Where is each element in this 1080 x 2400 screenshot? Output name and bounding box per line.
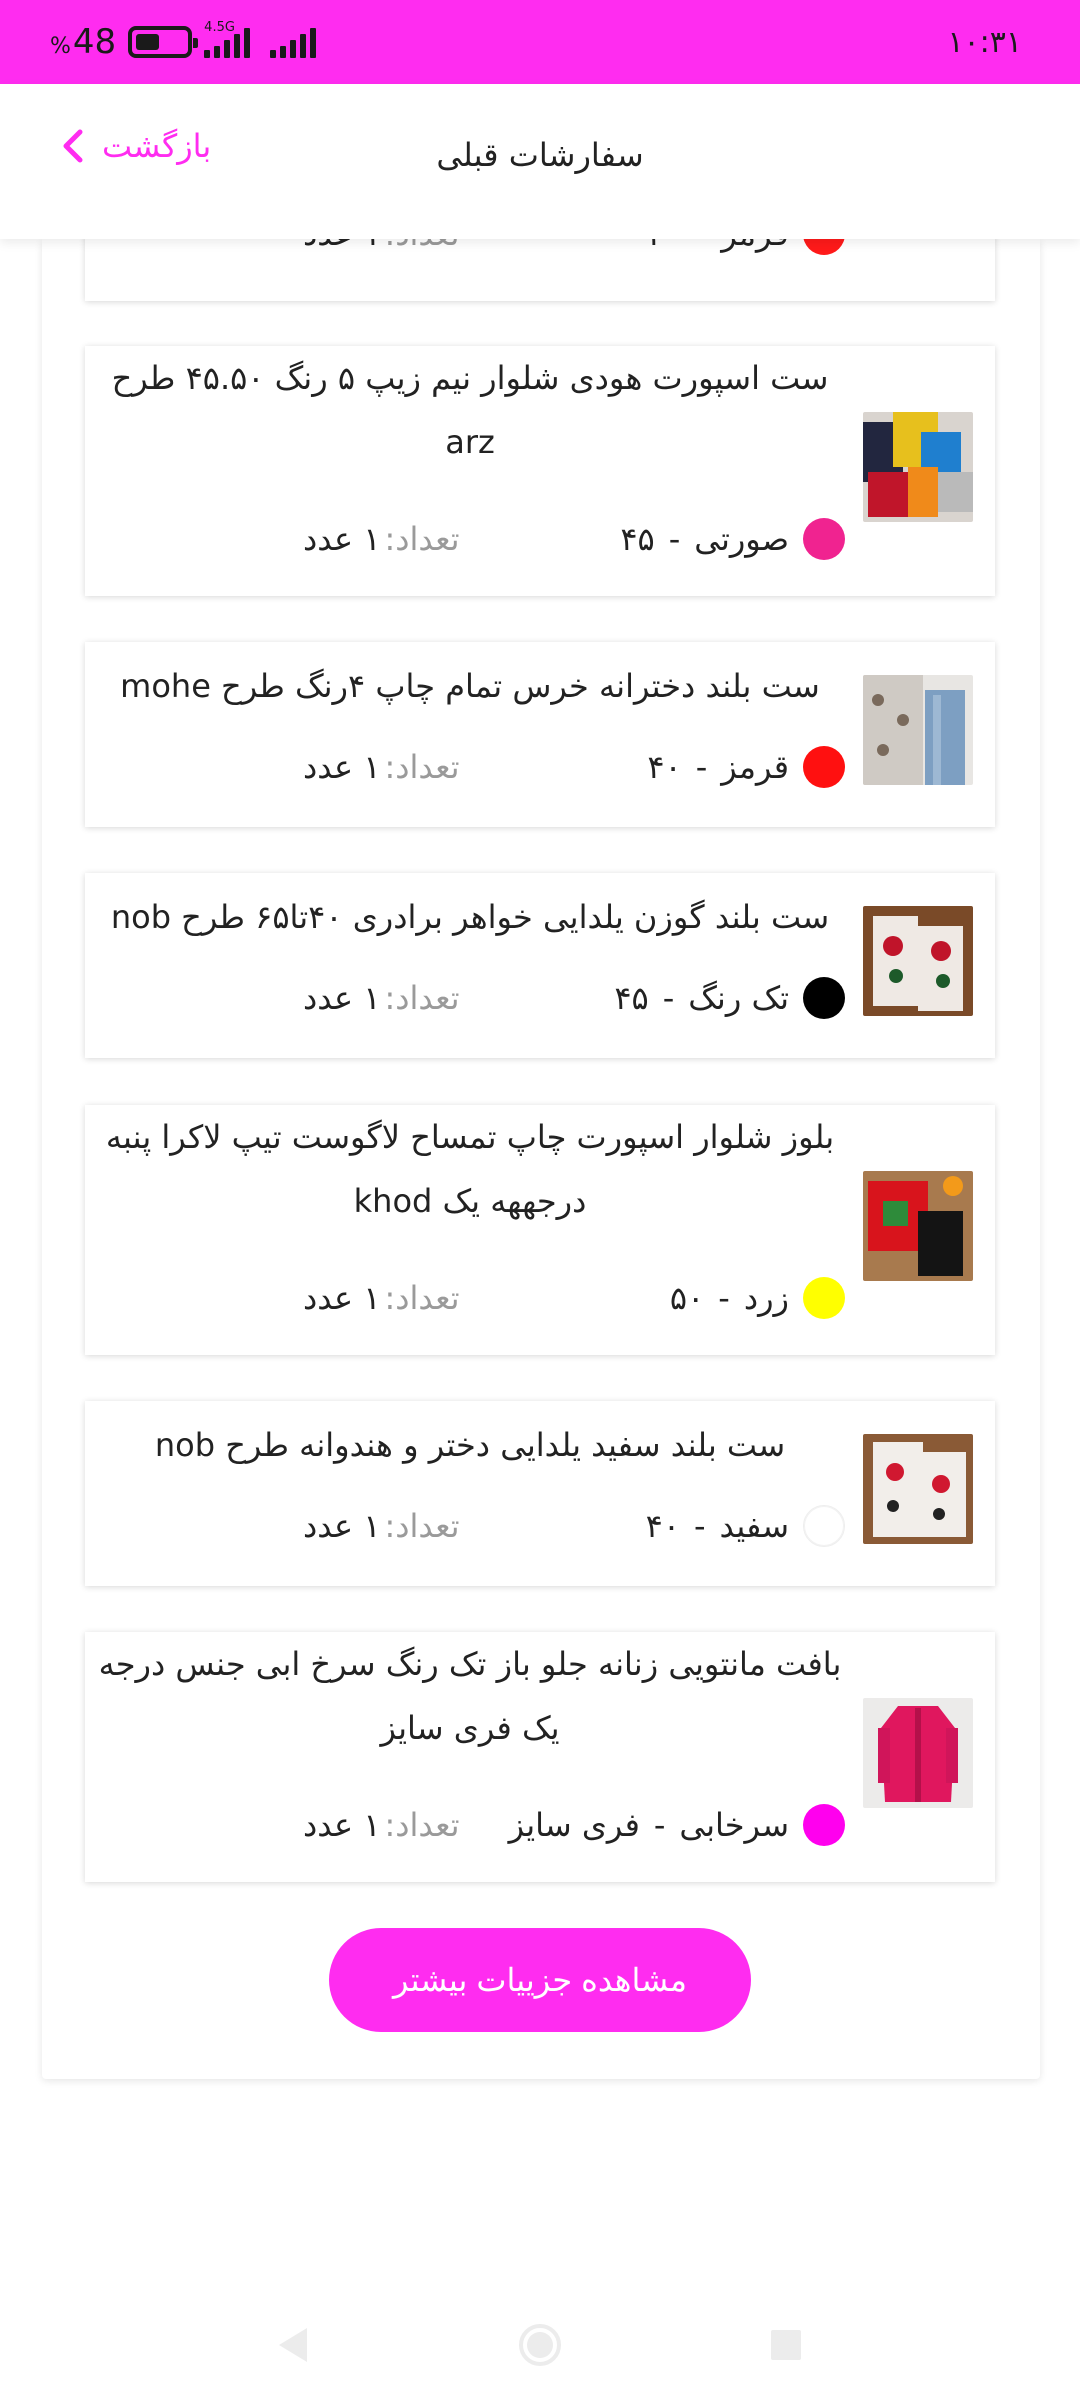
order-item[interactable]: ست بلند سفید یلدایی دختر و هندوانه طرح n… [85,1401,995,1586]
size-value: ۴۰ [645,1507,680,1545]
color-swatch [803,1277,845,1319]
product-title: بلوز شلوار اسپورت چاپ تمساح لاگوست تیپ ل… [105,1118,835,1220]
quantity-label: تعداد: [384,1507,460,1545]
color-swatch [803,1505,845,1547]
page-title: سفارشات قبلی [436,136,644,174]
product-title: ست بلند سفید یلدایی دختر و هندوانه طرح n… [154,1426,786,1464]
product-title: بافت مانتویی زنانه جلو باز تک رنگ سرخ اب… [98,1645,842,1747]
app-header: بازگشت سفارشات قبلی [0,84,1080,239]
color-name: سفید [719,1507,789,1545]
quantity-label: تعداد: [384,520,460,558]
color-name: تک رنگ [688,979,789,1017]
color-swatch [803,977,845,1019]
size-value: ۴۵ [614,979,649,1017]
item-meta: قرمز - ۴۰ تعداد: ۱ عدد [85,742,845,792]
cell-signal-icon: 4.5G [204,20,258,58]
quantity: تعداد: ۱ عدد [303,1806,460,1844]
separator: - [653,1806,666,1844]
separator: - [662,979,675,1017]
separator: - [694,1507,706,1545]
size-value: ۵۰ [669,1279,705,1317]
item-meta: سرخابی - فری سایز تعداد: ۱ عدد [85,1800,845,1850]
cell-signal-2-icon [270,26,317,58]
order-item[interactable]: ست بلند دخترانه خرس تمام چاپ ۴رنگ طرح mo… [85,642,995,827]
network-type: 4.5G [204,20,235,35]
item-meta: سفید - ۴۰ تعداد: ۱ عدد [85,1501,845,1551]
system-nav-bar [0,2290,1080,2400]
quantity-value: ۱ عدد [303,1806,381,1844]
battery-fill [136,34,160,50]
view-more-details-button[interactable]: مشاهده جزییات بیشتر [329,1928,751,2032]
status-left: % 48 4.5G [50,20,317,62]
order-item[interactable]: ست بلند گوزن یلدایی خواهر برادری ۴۰تا۶۵ … [85,873,995,1058]
battery-percent: % 48 [50,22,116,62]
product-image[interactable] [863,412,973,522]
item-meta: زرد - ۵۰ تعداد: ۱ عدد [85,1273,845,1323]
product-title: ست اسپورت هودی شلوار نیم زیپ ۵ رنگ ۴۵.۵۰… [111,359,829,461]
separator: - [696,239,708,253]
quantity-label: تعداد: [384,1279,460,1317]
item-meta: صورتی - ۴۵ تعداد: ۱ عدد [85,514,845,564]
home-circle-icon[interactable] [517,2322,563,2368]
quantity-label: تعداد: [384,748,460,786]
size-value: فری سایز [508,1806,640,1844]
color-name: سرخابی [679,1806,789,1844]
quantity: تعداد: ۱ عدد [303,1279,460,1317]
quantity: تعداد: ۱ عدد [303,748,460,786]
product-image[interactable] [863,1434,973,1544]
quantity-label: تعداد: [384,1806,460,1844]
size-value: ۴۰ [647,748,682,786]
recents-square-icon[interactable] [763,2322,809,2368]
color-name: قرمز [721,239,789,253]
battery-percent-value: 48 [72,22,117,62]
quantity-value: ۱ عدد [303,748,381,786]
item-meta: قرمز - ۴۰ تعداد: ۱ عدد [85,239,845,259]
color-name: صورتی [694,520,789,558]
order-item[interactable]: قرمز - ۴۰ تعداد: ۱ عدد [85,239,995,301]
orders-list-card[interactable]: قرمز - ۴۰ تعداد: ۱ عدد ست اسپورت هودی شل… [42,239,1040,2079]
quantity-label: تعداد: [384,979,460,1017]
color-name: قرمز [721,748,789,786]
quantity-value: ۱ عدد [303,520,381,558]
color-swatch [803,1804,845,1846]
quantity-value: ۱ عدد [303,239,381,253]
size-value: ۴۰ [647,239,681,253]
quantity: تعداد: ۱ عدد [303,520,460,558]
clock: ۱۰:۳۱ [947,24,1022,60]
product-image[interactable] [863,906,973,1016]
quantity-value: ۱ عدد [303,1279,381,1317]
battery-icon [128,26,199,58]
percent-sign: % [50,34,71,59]
quantity: تعداد: ۱ عدد [303,1507,460,1545]
product-title: ست بلند دخترانه خرس تمام چاپ ۴رنگ طرح mo… [120,667,820,705]
status-bar: % 48 4.5G ۱۰:۳۱ [0,0,1080,84]
separator: - [695,748,708,786]
quantity-label: تعداد: [385,239,460,253]
quantity-value: ۱ عدد [303,1507,381,1545]
quantity-value: ۱ عدد [303,979,381,1017]
item-meta: تک رنگ - ۴۵ تعداد: ۱ عدد [85,973,845,1023]
separator: - [718,1279,730,1317]
separator: - [668,520,681,558]
size-value: ۴۵ [620,520,655,558]
color-swatch [803,518,845,560]
quantity: تعداد: ۱ عدد [303,979,460,1017]
product-image[interactable] [863,675,973,785]
product-image[interactable] [863,1698,973,1808]
color-name: زرد [743,1279,789,1317]
back-triangle-icon[interactable] [271,2322,317,2368]
order-item[interactable]: بلوز شلوار اسپورت چاپ تمساح لاگوست تیپ ل… [85,1105,995,1355]
product-image[interactable] [863,1171,973,1281]
product-title: ست بلند گوزن یلدایی خواهر برادری ۴۰تا۶۵ … [110,898,830,936]
color-swatch [803,239,845,255]
order-item[interactable]: بافت مانتویی زنانه جلو باز تک رنگ سرخ اب… [85,1632,995,1882]
color-swatch [803,746,845,788]
quantity: تعداد: ۱ عدد [303,239,460,253]
order-item[interactable]: ست اسپورت هودی شلوار نیم زیپ ۵ رنگ ۴۵.۵۰… [85,346,995,596]
